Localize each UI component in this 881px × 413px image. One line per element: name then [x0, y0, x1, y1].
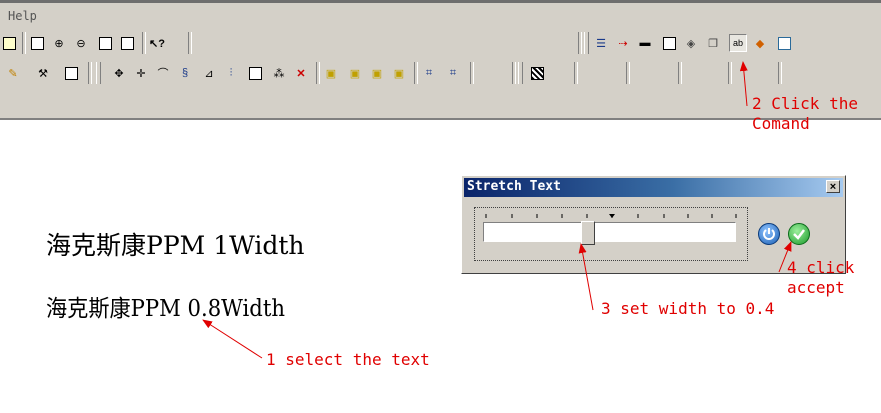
annotation-step2-line1: 2 Click the — [752, 94, 858, 113]
arrow-step3 — [578, 243, 594, 311]
annotation-step4-line2: accept — [787, 278, 845, 297]
annotation-step1: 1 select the text — [266, 350, 430, 369]
annotation-step4-line1: 4 click — [787, 258, 855, 277]
annotation-arrows — [202, 61, 792, 359]
arrow-step2 — [739, 61, 748, 107]
annotation-step2-line2: Comand — [752, 114, 810, 133]
arrow-step1 — [202, 319, 263, 359]
annotation-step3: 3 set width to 0.4 — [601, 299, 775, 318]
